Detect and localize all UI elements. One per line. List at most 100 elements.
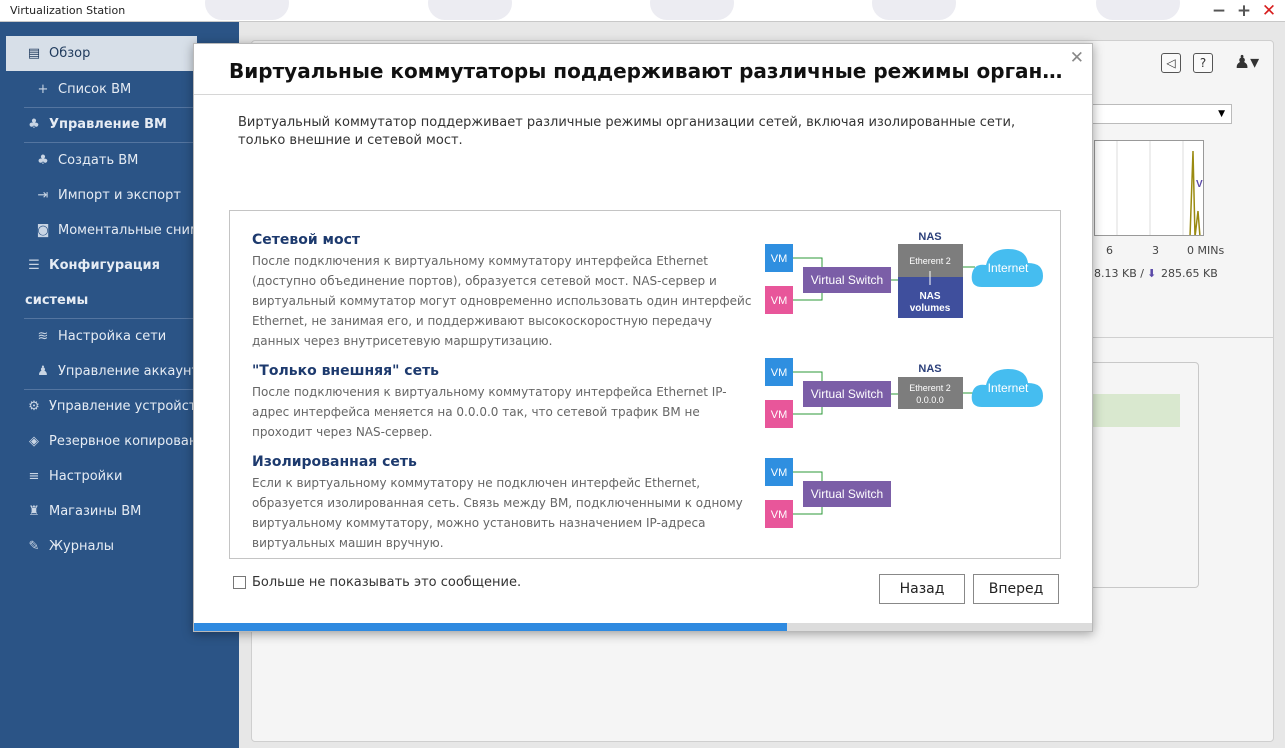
isolated-diagram: VM VM Virtual Switch (765, 458, 891, 528)
virtual-switch-label: Virtual Switch (811, 273, 883, 287)
window-titlebar: Virtualization Station − + ✕ (0, 0, 1285, 22)
dialog-title: Виртуальные коммутаторы поддерживают раз… (229, 59, 1064, 83)
vm-label: VM (771, 509, 788, 521)
chart-tick-label: 6 (1106, 244, 1113, 257)
ethernet-label: Etherent 2 (909, 383, 951, 393)
minimize-icon[interactable]: − (1211, 1, 1227, 21)
sliders-icon: ☰ (28, 257, 40, 273)
background-app-icon (1096, 0, 1180, 20)
background-app-icon (650, 0, 734, 20)
wizard-progress-fill (194, 623, 787, 631)
maximize-icon[interactable]: + (1236, 1, 1252, 21)
external-diagram: VM VM Virtual Switch NAS Etherent 2 0.0.… (765, 358, 1043, 428)
dont-show-again[interactable]: Больше не показывать это сообщение. (233, 575, 521, 590)
users-icon: ♟ (37, 363, 49, 379)
store-icon: ♜ (28, 503, 40, 519)
section-desc-external: После подключения к виртуальному коммута… (252, 385, 727, 439)
bridge-diagram: VM VM Virtual Switch NAS Etherent 2 NAS … (765, 231, 1043, 318)
background-app-icon (205, 0, 289, 20)
traffic-chart-svg: V (1116, 141, 1203, 235)
sidebar-item-label: Управление ВМ (49, 117, 167, 132)
create-vm-icon: ♣ (37, 152, 49, 168)
wizard-progress (194, 623, 1092, 631)
time-range-select[interactable]: ▼ (1084, 104, 1232, 124)
next-button[interactable]: Вперед (973, 574, 1059, 604)
section-desc-bridge: После подключения к виртуальному коммута… (252, 254, 752, 348)
vm-label: VM (771, 295, 788, 307)
sidebar-item-label: Настройка сети (58, 329, 167, 344)
link-line (793, 406, 823, 415)
sidebar-item-label: Конфигурация (49, 258, 160, 273)
status-bar (1089, 394, 1180, 427)
back-button[interactable]: Назад (879, 574, 965, 604)
section-title-external: "Только внешняя" сеть (252, 363, 440, 379)
virtual-switch-label: Virtual Switch (811, 487, 883, 501)
backup-icon: ◈ (29, 433, 39, 449)
speaker-icon[interactable]: ◁ (1161, 53, 1181, 73)
link-line (793, 371, 823, 381)
chart-series-line (1189, 150, 1201, 235)
close-icon[interactable]: ✕ (1261, 1, 1277, 21)
nas-volumes-label: NAS (919, 291, 940, 302)
nas-volumes-label: volumes (910, 303, 951, 314)
traffic-chart: V (1094, 140, 1204, 236)
internet-label: Internet (988, 381, 1029, 395)
sidebar-item-label: Создать ВМ (58, 153, 139, 168)
chart-tick-label: 0 MINs (1187, 244, 1225, 257)
ethernet-ip-label: 0.0.0.0 (916, 395, 944, 405)
wizard-dialog: Виртуальные коммутаторы поддерживают раз… (193, 43, 1093, 632)
sidebar-item-label: Импорт и экспорт (58, 188, 181, 203)
camera-icon: ◙ (36, 222, 50, 238)
sidebar-item-label: Управление устройств... (49, 399, 217, 414)
user-icon[interactable]: ♟▾ (1234, 52, 1259, 73)
window-title: Virtualization Station (10, 4, 126, 17)
sidebar-item-label: Обзор (49, 46, 91, 61)
chart-series-label: V (1196, 179, 1203, 190)
vm-label: VM (771, 467, 788, 479)
settings-list-icon: ≡ (28, 468, 40, 484)
upload-rate: 8.13 KB / (1094, 267, 1144, 280)
chart-tick-label: 3 (1152, 244, 1159, 257)
help-icon[interactable]: ? (1193, 53, 1213, 73)
overview-icon: ▤ (27, 45, 41, 61)
sidebar-item-label: Резервное копирован... (49, 434, 210, 449)
sidebar-item-label: Управление аккаунт... (58, 364, 212, 379)
network-icon: ≋ (37, 328, 49, 344)
ethernet-label: Etherent 2 (909, 256, 951, 266)
virtual-switch-label: Virtual Switch (811, 387, 883, 401)
download-arrow-icon: ⬇ (1147, 267, 1157, 280)
internet-label: Internet (988, 261, 1029, 275)
plus-icon: + (37, 81, 49, 97)
vm-label: VM (771, 253, 788, 265)
sidebar-item-overview[interactable]: ▤ Обзор (6, 36, 197, 71)
close-icon[interactable]: ✕ (1070, 48, 1084, 68)
dont-show-checkbox[interactable] (233, 576, 246, 589)
sidebar-item-label: Моментальные сним... (58, 223, 213, 238)
sidebar-item-label: системы (25, 293, 89, 308)
divider (194, 94, 1092, 95)
import-export-icon: ⇥ (37, 187, 49, 203)
section-desc-isolated: Если к виртуальному коммутатору не подкл… (252, 476, 743, 550)
dont-show-label: Больше не показывать это сообщение. (252, 575, 522, 590)
nas-label: NAS (918, 363, 941, 375)
download-rate: 285.65 KB (1161, 267, 1218, 280)
vm-label: VM (771, 367, 788, 379)
sidebar-item-label: Настройки (49, 469, 123, 484)
nas-label: NAS (918, 231, 941, 243)
vm-label: VM (771, 409, 788, 421)
sidebar-item-label: Список ВМ (58, 82, 132, 97)
link-line (793, 507, 823, 515)
network-modes-box: Сетевой мост После подключения к виртуал… (229, 210, 1061, 559)
section-title-bridge: Сетевой мост (252, 232, 361, 248)
background-app-icon (872, 0, 956, 20)
device-icon: ⚙ (28, 398, 40, 414)
sidebar-item-label: Магазины ВМ (49, 504, 142, 519)
network-diagrams: VM VM Virtual Switch NAS Etherent 2 NAS … (765, 231, 1043, 528)
background-app-icon (428, 0, 512, 20)
logs-icon: ✎ (28, 538, 40, 554)
section-title-isolated: Изолированная сеть (252, 454, 417, 470)
dialog-intro: Виртуальный коммутатор поддерживает разл… (238, 115, 1016, 148)
vm-group-icon: ♣ (28, 116, 40, 132)
sidebar-item-label: Журналы (49, 539, 114, 554)
link-line (793, 471, 823, 481)
